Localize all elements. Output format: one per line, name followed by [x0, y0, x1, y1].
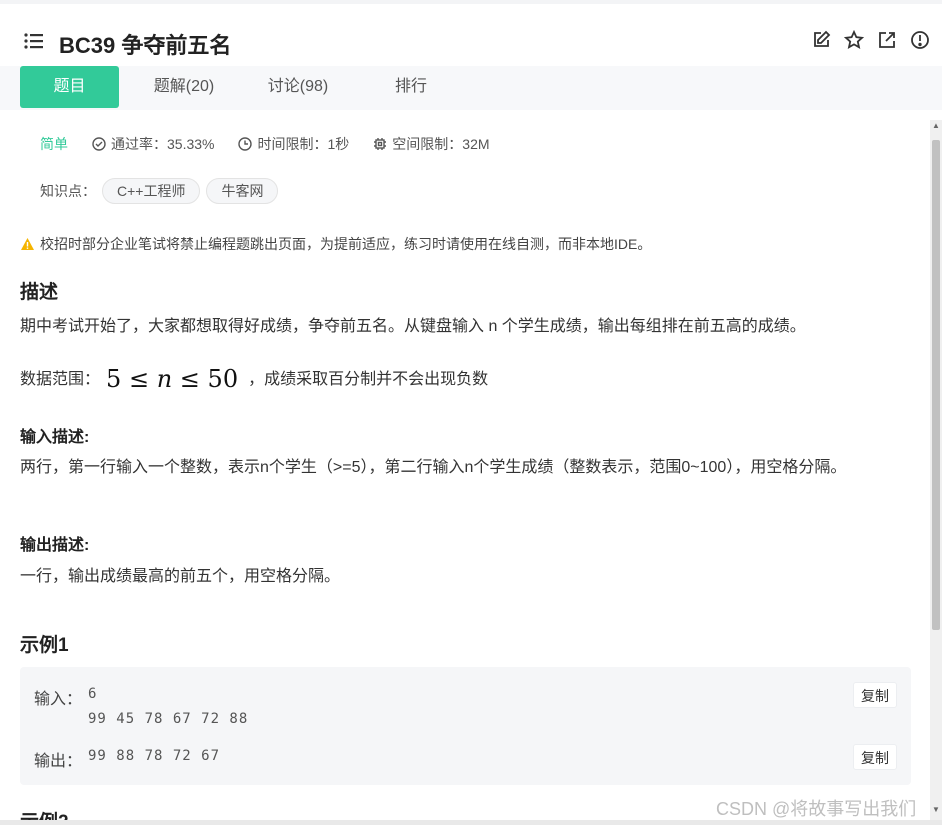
- problem-header: BC39 争夺前五名: [0, 0, 942, 66]
- clock-icon: [238, 137, 253, 151]
- info-icon[interactable]: [910, 30, 930, 50]
- tag-nowcoder[interactable]: 牛客网: [206, 178, 279, 204]
- copy-input-button[interactable]: 复制: [853, 682, 897, 708]
- bottom-divider: [0, 820, 942, 825]
- header-actions: [811, 29, 930, 50]
- check-circle-icon: [92, 137, 106, 151]
- data-range: 数据范围： 5 ≤ n ≤ 50 ，成绩采取百分制并不会出现负数: [20, 366, 910, 393]
- time-limit: 时间限制：1秒: [257, 136, 350, 152]
- knowledge-points: 知识点： C++工程师 牛客网: [40, 178, 279, 204]
- copy-output-button[interactable]: 复制: [853, 744, 897, 770]
- example1-heading: 示例1: [20, 635, 69, 656]
- space-limit: 空间限制：32M: [392, 136, 490, 152]
- example-output-label: 输出：: [34, 753, 83, 770]
- example1-box: 输入： 6 99 45 78 67 72 88 复制 输出： 99 88 78 …: [20, 667, 911, 785]
- input-desc-heading: 输入描述:: [20, 429, 90, 446]
- range-label: 数据范围：: [20, 371, 101, 388]
- scroll-thumb[interactable]: [932, 140, 940, 630]
- output-desc-text: 一行，输出成绩最高的前五个，用空格分隔。: [20, 568, 341, 585]
- list-icon[interactable]: [24, 33, 44, 49]
- page-title: BC39 争夺前五名: [59, 33, 232, 58]
- example-output: 99 88 78 72 67: [88, 748, 221, 764]
- tab-discussion[interactable]: 讨论(98): [253, 66, 343, 108]
- scroll-up-icon[interactable]: ▲: [932, 122, 940, 130]
- tab-bar: 题目 题解(20) 讨论(98) 排行: [0, 66, 942, 110]
- tab-problem[interactable]: 题目: [20, 66, 119, 108]
- example-input-line2: 99 45 78 67 72 88: [88, 711, 249, 727]
- example-input-line1: 6: [88, 686, 98, 702]
- warning-notice: 校招时部分企业笔试将禁止编程题跳出页面，为提前适应，练习时请使用在线自测，而非本…: [20, 234, 651, 254]
- scroll-down-icon[interactable]: ▼: [932, 806, 940, 814]
- problem-content: 简单 通过率：35.33% 时间限制：1秒 空间限制：32M 知识点： C++工…: [0, 110, 930, 822]
- pass-rate: 通过率：35.33%: [111, 136, 215, 152]
- edit-icon[interactable]: [811, 30, 831, 50]
- warning-text: 校招时部分企业笔试将禁止编程题跳出页面，为提前适应，练习时请使用在线自测，而非本…: [40, 236, 652, 252]
- range-note: ，成绩采取百分制并不会出现负数: [248, 371, 489, 388]
- share-icon[interactable]: [877, 30, 897, 50]
- watermark: CSDN @将故事写出我们: [716, 799, 917, 819]
- difficulty-badge: 简单: [40, 136, 68, 152]
- example-input-label: 输入：: [34, 691, 83, 708]
- knowledge-label: 知识点：: [40, 183, 96, 199]
- input-desc-text: 两行，第一行输入一个整数，表示n个学生（>=5），第二行输入n个学生成绩（整数表…: [20, 459, 847, 476]
- tab-solutions[interactable]: 题解(20): [139, 66, 229, 108]
- chip-icon: [374, 138, 387, 150]
- description-heading: 描述: [20, 282, 59, 303]
- vertical-scrollbar[interactable]: ▲ ▼: [930, 120, 942, 820]
- description-text: 期中考试开始了，大家都想取得好成绩，争夺前五名。从键盘输入 n 个学生成绩，输出…: [20, 318, 806, 335]
- star-icon[interactable]: [843, 29, 865, 50]
- tag-cpp-engineer[interactable]: C++工程师: [102, 178, 201, 204]
- range-formula: 5 ≤ n ≤ 50: [106, 365, 239, 393]
- problem-meta: 简单 通过率：35.33% 时间限制：1秒 空间限制：32M: [40, 134, 514, 154]
- warning-icon: [21, 238, 34, 250]
- output-desc-heading: 输出描述:: [20, 537, 90, 554]
- tab-ranking[interactable]: 排行: [380, 66, 442, 108]
